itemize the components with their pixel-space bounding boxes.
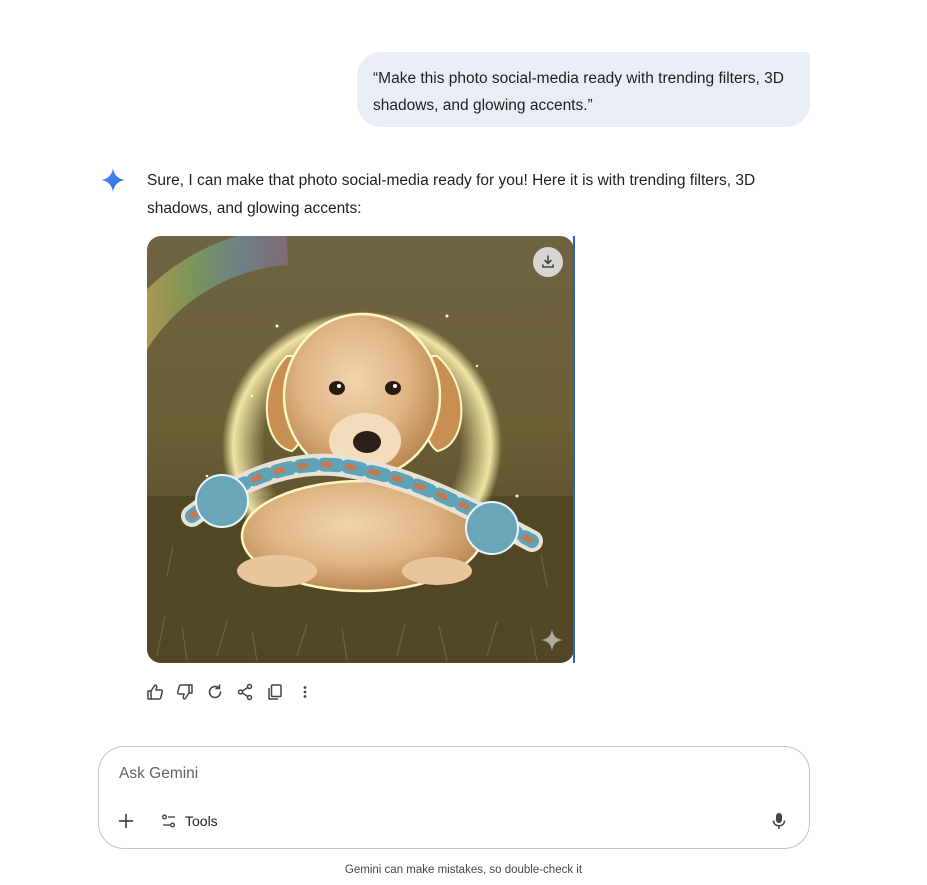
add-attachment-button[interactable] <box>115 810 137 832</box>
thumbs-down-icon[interactable] <box>175 682 195 702</box>
user-message-bubble: “Make this photo social-media ready with… <box>357 52 810 127</box>
copy-icon[interactable] <box>265 682 285 702</box>
prompt-composer[interactable]: Ask Gemini Tools <box>98 746 810 849</box>
tools-icon <box>162 814 175 828</box>
spark-watermark-icon <box>540 628 564 652</box>
footer-disclaimer: Gemini can make mistakes, so double-chec… <box>344 864 583 876</box>
tools-button[interactable]: Tools <box>161 809 218 833</box>
assistant-reply-text: Sure, I can make that photo social-media… <box>147 172 756 217</box>
share-icon[interactable] <box>235 682 255 702</box>
prompt-input[interactable]: Ask Gemini <box>119 765 198 783</box>
image-selection-edge <box>573 236 575 663</box>
thumbs-up-icon[interactable] <box>145 682 165 702</box>
user-message-text: “Make this photo social-media ready with… <box>373 70 784 114</box>
plus-icon <box>118 813 134 829</box>
response-actions <box>145 680 325 704</box>
mic-icon <box>772 813 786 829</box>
more-vert-icon[interactable] <box>295 682 315 702</box>
download-icon <box>542 255 554 268</box>
microphone-button[interactable] <box>767 809 791 833</box>
generated-image[interactable] <box>147 236 574 663</box>
chat-page: “Make this photo social-media ready with… <box>0 0 927 885</box>
gemini-spark-icon <box>100 167 126 193</box>
regenerate-icon[interactable] <box>205 682 225 702</box>
tools-label: Tools <box>185 813 218 829</box>
download-button[interactable] <box>533 247 563 277</box>
